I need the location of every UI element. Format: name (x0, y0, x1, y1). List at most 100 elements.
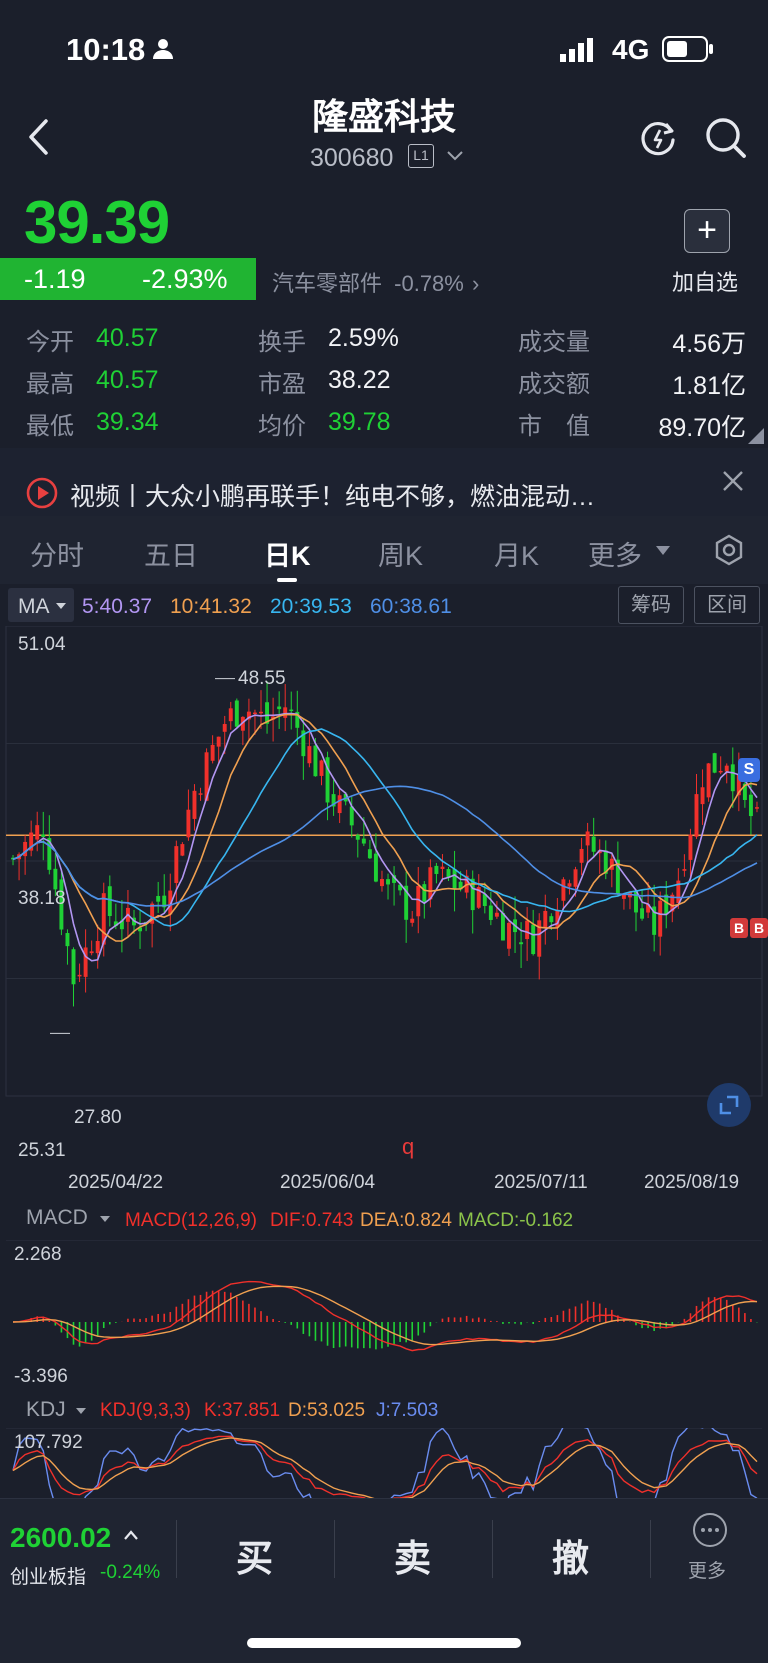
candle (664, 894, 669, 915)
current-price: 39.39 (24, 189, 170, 256)
candle (186, 809, 191, 838)
triangle-down-icon (56, 603, 66, 609)
candle (380, 878, 384, 887)
tab-five-day[interactable]: 五日 (144, 534, 198, 573)
range-button[interactable]: 区间 (694, 586, 760, 624)
stock-code: 300680 (310, 144, 394, 172)
kdj-d: D:53.025 (288, 1400, 366, 1421)
candle (228, 708, 233, 722)
sell-button[interactable]: 卖 (394, 1528, 431, 1582)
kdj-params: KDJ(9,3,3) (100, 1400, 191, 1421)
candle (573, 869, 578, 887)
candle (234, 700, 239, 727)
candle (488, 905, 493, 920)
stat-value-open: 40.57 (96, 324, 159, 352)
candle (543, 910, 548, 928)
stat-label-high: 最高 (26, 371, 74, 398)
kdj-k: K:37.851 (204, 1400, 281, 1421)
kline-chart[interactable] (0, 626, 768, 1166)
candle (192, 790, 197, 819)
candle (77, 974, 82, 977)
stat-label-avg: 均价 (258, 413, 306, 440)
tab-daily-k[interactable]: 日K (264, 534, 311, 573)
chips-button[interactable]: 筹码 (618, 586, 684, 624)
stat-label-pe: 市盈 (258, 371, 306, 398)
candle (252, 712, 257, 715)
candle (440, 866, 445, 869)
active-tab-indicator (277, 578, 297, 582)
candle (748, 794, 753, 817)
stat-value-pe: 38.22 (328, 366, 391, 394)
stat-value-volume: 4.56万 (672, 330, 746, 358)
fullscreen-icon[interactable] (706, 1082, 752, 1128)
triangle-down-icon (76, 1408, 86, 1414)
divider (492, 1520, 493, 1578)
candle (452, 868, 457, 890)
price-change: -1.19 (24, 264, 86, 294)
candle (591, 836, 596, 852)
kdj-j: J:7.503 (376, 1400, 439, 1421)
network-type: 4G (612, 34, 650, 65)
sell-signal-badge: S (738, 758, 760, 782)
candle (156, 896, 161, 902)
macd-label: MACD (26, 1206, 88, 1229)
tab-more[interactable]: 更多 (588, 534, 642, 573)
divider (176, 1520, 177, 1578)
kline-high-label: 48.55 (238, 668, 286, 689)
cancel-order-button[interactable]: 撤 (552, 1528, 589, 1582)
ma5-value: 5:40.37 (82, 595, 153, 618)
candle (41, 834, 46, 837)
candle (434, 865, 439, 874)
search-icon[interactable] (704, 116, 748, 160)
candle (361, 838, 366, 844)
candle (216, 736, 221, 747)
ma60-value: 60:38.61 (370, 595, 452, 618)
add-watch-label[interactable]: 加自选 (672, 265, 738, 297)
candle (386, 879, 390, 885)
buy-button[interactable]: 买 (236, 1528, 273, 1582)
index-name: 创业板指 (10, 1567, 87, 1588)
candle (422, 884, 427, 902)
candle (313, 745, 318, 777)
candle (561, 879, 566, 901)
news-headline[interactable]: 视频丨大众小鹏再联手！纯电不够，燃油混动… (70, 477, 595, 513)
divider (650, 1520, 651, 1578)
home-indicator (247, 1638, 521, 1648)
chevron-up-icon (124, 1530, 138, 1540)
stat-value-low: 39.34 (96, 408, 159, 436)
candle (373, 853, 378, 882)
candle (755, 807, 759, 809)
candle (688, 834, 693, 860)
more-button-label[interactable]: 更多 (688, 1556, 726, 1583)
refresh-icon[interactable] (638, 118, 678, 158)
tab-intraday[interactable]: 分时 (30, 534, 84, 573)
candle (349, 806, 354, 826)
candle (89, 951, 94, 954)
candle (579, 848, 584, 863)
sector-link[interactable]: 汽车零部件 -0.78% › (272, 266, 479, 298)
more-dots-icon[interactable] (692, 1512, 728, 1548)
macd-dea: DEA:0.824 (360, 1210, 452, 1231)
video-play-icon (26, 477, 58, 509)
candle (718, 770, 723, 773)
sector-change: -0.78% (394, 271, 464, 296)
candle (428, 867, 433, 900)
macd-chart (6, 1240, 762, 1352)
tab-monthly-k[interactable]: 月K (494, 534, 539, 573)
candle (283, 707, 288, 718)
candle (507, 922, 511, 949)
settings-hexagon-icon[interactable] (714, 534, 744, 566)
stat-label-open: 今开 (26, 329, 74, 356)
tab-weekly-k[interactable]: 周K (378, 534, 423, 573)
candle (682, 869, 687, 871)
macd-y-max: 2.268 (14, 1244, 62, 1265)
index-value: 2600.02 (10, 1522, 112, 1553)
chevron-down-icon[interactable] (446, 150, 464, 162)
close-icon[interactable] (722, 470, 744, 492)
candle (210, 744, 215, 761)
expand-corner-icon[interactable] (748, 428, 764, 444)
add-watch-button[interactable]: + (684, 209, 730, 253)
candle (658, 900, 663, 937)
sector-name: 汽车零部件 (272, 271, 383, 296)
signal-icon (560, 38, 593, 62)
